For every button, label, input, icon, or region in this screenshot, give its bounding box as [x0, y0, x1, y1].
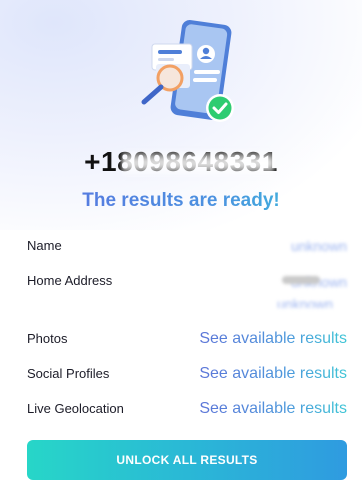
checkmark-badge-icon [206, 94, 234, 122]
results-ready-heading: The results are ready! [0, 190, 362, 212]
row-label-social-profiles: Social Profiles [27, 366, 110, 381]
phone-number-redaction [122, 148, 274, 178]
row-label-live-geolocation: Live Geolocation [27, 401, 124, 416]
social-profiles-results-link[interactable]: See available results [199, 365, 347, 383]
row-value-name: unknown [290, 238, 347, 254]
address-redaction [282, 276, 320, 284]
live-geolocation-results-link[interactable]: See available results [199, 400, 347, 418]
row-label-home-address: Home Address [27, 273, 113, 288]
photos-results-link[interactable]: See available results [199, 330, 347, 348]
row-label-name: Name [27, 238, 62, 253]
unlock-all-results-button[interactable]: UNLOCK ALL RESULTS [27, 440, 347, 480]
phone-search-illustration [141, 20, 234, 122]
row-label-photos: Photos [27, 331, 68, 346]
row-value-home-address-line2: unknown [277, 296, 334, 308]
